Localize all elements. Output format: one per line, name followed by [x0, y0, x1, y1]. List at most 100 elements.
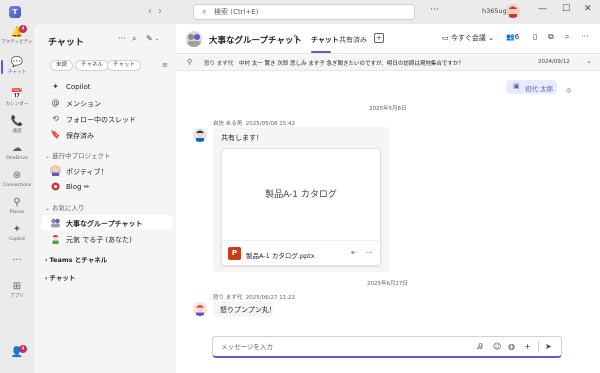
participants-button[interactable]: 👥6	[506, 33, 519, 41]
message-text: 共有します！	[221, 134, 263, 142]
chevron-down-icon[interactable]: ⌄	[586, 57, 592, 65]
meet-now-label: 今すぐ会議	[450, 34, 486, 42]
section-favorites[interactable]: ⌄ お気に入り	[45, 202, 85, 212]
chevron-down-icon: ⌄	[488, 34, 494, 42]
contact-card-icon: ▣	[513, 82, 520, 90]
rail-activity[interactable]: 🔔 4 アクティビティ	[0, 24, 34, 52]
section-label: お気に入り	[52, 204, 85, 212]
message-text: 初代 太郎	[525, 85, 554, 93]
bookmark-icon: 🔖	[50, 130, 61, 139]
list-item-self[interactable]: 元気 でる子 (あなた)	[42, 231, 172, 246]
quick-mentions[interactable]: @ メンション	[42, 95, 172, 110]
quick-copilot[interactable]: ✦ Copilot	[42, 79, 172, 94]
edit-pencil-icon[interactable]: ✎	[293, 33, 300, 42]
section-projects[interactable]: ⌄ 進行中プロジェクト	[45, 150, 111, 160]
file-attachment-card[interactable]: 製品A-1 カタログ P 製品A-1 カタログ.pptx ⚭ ···	[221, 148, 381, 266]
tab-chat[interactable]: チャット	[311, 35, 339, 45]
divider	[538, 341, 539, 353]
participant-count: 6	[514, 33, 520, 41]
list-item-label: 大事なグループチャット	[66, 220, 143, 228]
message-meta: 自信 ある男 2025/05/08 15:42	[213, 119, 295, 127]
list-item-label: ポジティブ！	[66, 168, 108, 176]
maximize-button[interactable]: ☐	[562, 4, 570, 14]
close-button[interactable]: ✕	[584, 4, 592, 14]
share-icon[interactable]: ⚭	[350, 249, 356, 257]
places-icon: ⚲	[13, 197, 21, 208]
conversation-pane: 大事なグループチャット ✎ チャット 共有済み + ▭ 今すぐ会議 ⌄ 👥6 ▯…	[176, 24, 600, 373]
compose-box[interactable]: Ꭿ ☺ ◍ + ➤	[212, 336, 562, 358]
copilot-icon: ✦	[52, 82, 59, 91]
filter-unread[interactable]: 未読	[50, 60, 74, 71]
quick-followed-threads[interactable]: ⟲ フォロー中のスレッド	[42, 111, 172, 126]
pinned-author: 怒り まず代	[204, 61, 234, 67]
rail-help[interactable]: 👤 4	[0, 344, 34, 372]
search-box[interactable]: ⌕	[193, 4, 415, 20]
file-preview[interactable]: 製品A-1 カタログ	[223, 150, 379, 240]
list-item-blog[interactable]: Blog ✏	[42, 179, 172, 194]
rail-more[interactable]: ···	[0, 252, 34, 280]
more-options-icon[interactable]: ···	[430, 5, 439, 15]
conversation-header: 大事なグループチャット ✎ チャット 共有済み + ▭ 今すぐ会議 ⌄ 👥6 ▯…	[176, 24, 600, 54]
more-options-icon[interactable]: ···	[581, 32, 589, 41]
profile-avatar[interactable]	[506, 4, 520, 18]
activity-badge: 4	[19, 25, 27, 33]
add-icon[interactable]: +	[524, 342, 531, 351]
list-item-group-chat[interactable]: 大事なグループチャット	[42, 215, 172, 230]
rail-apps[interactable]: ⊞ アプリ	[0, 278, 34, 306]
rail-label: Places	[9, 210, 25, 215]
rail-copilot[interactable]: ✦ Copilot	[0, 221, 34, 249]
rail-places[interactable]: ⚲ Places	[0, 194, 34, 222]
new-chat-icon[interactable]: ✎	[146, 34, 153, 43]
search-icon: ⌕	[202, 7, 207, 16]
pinned-message-bar[interactable]: ⚲ 怒り まず代 中村 太一 驚き 次郎 悲しみ ます子 急ぎ聞きたいのですが、…	[176, 55, 600, 71]
chevron-down-icon[interactable]: ⌄	[155, 36, 159, 42]
list-item-label: Copilot	[66, 83, 91, 91]
more-icon[interactable]: ···	[118, 34, 126, 43]
avatar[interactable]	[193, 128, 207, 142]
chat-list-pane: チャット ··· ⌕ ✎ ⌄ 未読 チャネル チャット ≡ ✦ Copilot …	[34, 24, 176, 373]
avatar[interactable]	[193, 302, 207, 316]
list-item-positive[interactable]: ポジティブ！	[42, 163, 172, 178]
read-receipt-icon: ◎	[566, 87, 572, 94]
filter-icon[interactable]: ⌕	[132, 34, 136, 44]
section-chat[interactable]: › チャット	[45, 272, 75, 282]
search-input[interactable]	[214, 6, 404, 18]
format-icon[interactable]: Ꭿ	[477, 342, 483, 352]
sidebar-icon[interactable]: ▯	[533, 32, 537, 41]
forward-icon[interactable]: ›	[158, 6, 168, 17]
meet-now-button[interactable]: ▭ 今すぐ会議 ⌄	[442, 33, 494, 43]
my-message-bubble[interactable]: ▣ 初代 太郎	[506, 80, 557, 94]
list-item-label: 保存済み	[66, 132, 94, 140]
loop-icon[interactable]: ◍	[508, 342, 515, 351]
file-name[interactable]: 製品A-1 カタログ.pptx	[246, 250, 315, 260]
copy-icon[interactable]: ⧉	[548, 32, 554, 42]
search-icon[interactable]: ⌕	[565, 32, 569, 42]
add-tab-icon[interactable]: +	[374, 33, 384, 43]
rail-label: チャット	[7, 70, 27, 75]
rail-label: Connections	[2, 183, 32, 188]
emoji-icon[interactable]: ☺	[493, 342, 501, 351]
chat-list-title: チャット	[48, 38, 84, 48]
rail-calendar[interactable]: 📅 カレンダー	[0, 86, 34, 114]
back-icon[interactable]: ‹	[148, 6, 158, 17]
more-options-icon[interactable]: ···	[366, 249, 373, 257]
rail-chat[interactable]: 💬 チャット	[0, 54, 34, 82]
rail-calls[interactable]: 📞 通話	[0, 113, 34, 141]
tab-shared[interactable]: 共有済み	[339, 35, 367, 45]
message-input[interactable]	[221, 342, 421, 352]
quick-saved[interactable]: 🔖 保存済み	[42, 127, 172, 142]
group-avatar	[50, 217, 61, 228]
send-icon[interactable]: ➤	[545, 342, 552, 351]
rail-onedrive[interactable]: ☁ OneDrive	[0, 140, 34, 168]
minimize-button[interactable]: —	[538, 4, 547, 14]
chevron-right-icon: ›	[45, 275, 48, 282]
active-indicator	[1, 60, 3, 74]
rail-connections[interactable]: ⊛ Connections	[0, 167, 34, 195]
filter-more-icon[interactable]: ≡	[162, 61, 168, 69]
chat-icon: 💬	[10, 57, 24, 68]
people-icon: 👥	[506, 33, 515, 41]
section-teams[interactable]: › Teams とチャネル	[45, 254, 107, 264]
filter-chats[interactable]: チャット	[107, 60, 141, 71]
filter-channels[interactable]: チャネル	[75, 60, 109, 71]
history-nav: ‹›	[148, 6, 168, 17]
